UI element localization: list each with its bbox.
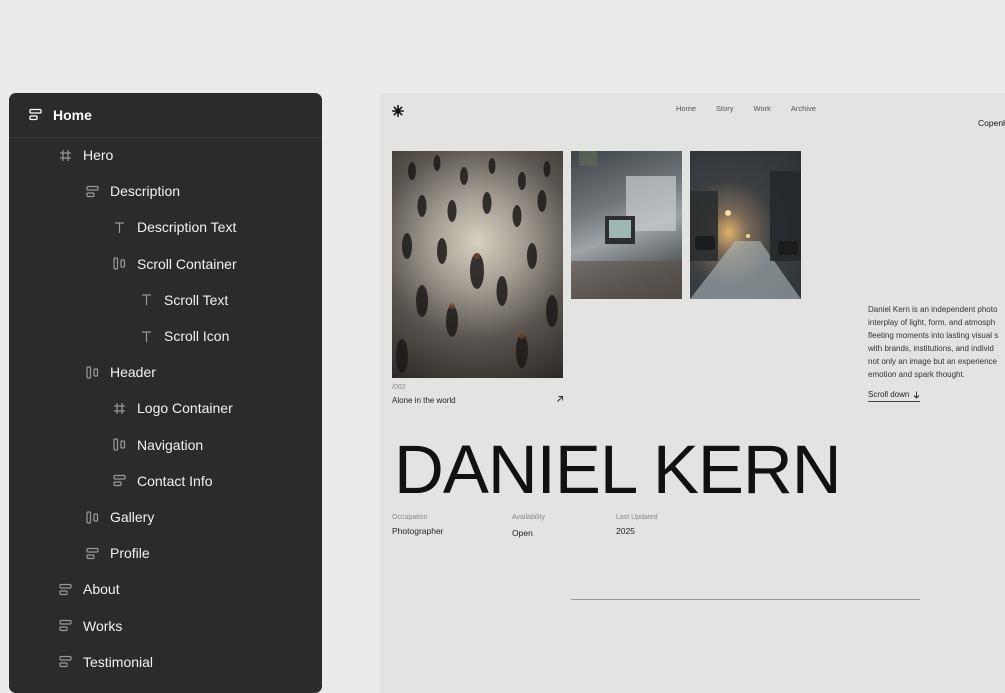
layer-item-header[interactable]: Header [9,354,322,390]
frame-icon [112,401,126,415]
layers-panel: Home Hero Description Description Text Scro… [9,93,322,693]
columns-icon [85,510,99,524]
scroll-down-link[interactable]: Scroll down [868,390,921,402]
layer-item-logo-container[interactable]: Logo Container [9,390,322,426]
meta-availability: Availability Open [512,514,545,538]
divider [571,599,920,600]
stack-icon [58,655,72,669]
layer-label: Header [110,364,156,381]
photo-number: /002 [392,384,406,391]
layer-item-description-text[interactable]: Description Text [9,209,322,245]
meta-value: Open [512,528,533,538]
layer-item-scroll-container[interactable]: Scroll Container [9,246,322,282]
layer-root-home[interactable]: Home [9,93,322,138]
layer-item-about[interactable]: About [9,571,322,607]
bio-text: Daniel Kern is an independent photo inte… [868,303,1005,381]
hero-name: DANIEL KERN [394,431,842,508]
columns-icon [112,438,126,452]
meta-key: Last Updated [616,514,658,521]
stack-icon [85,546,99,560]
columns-icon [112,257,126,271]
layer-item-works[interactable]: Works [9,608,322,644]
layer-label: Scroll Icon [164,328,230,344]
meta-key: Availability [512,514,545,521]
layer-item-scroll-icon[interactable]: Scroll Icon [9,318,322,354]
layer-label: Profile [110,545,150,562]
layer-label: Description Text [137,219,237,236]
bio-line: not only an image but an experience [868,357,997,366]
stack-icon [58,619,72,633]
meta-value: Photographer [392,526,444,536]
nav-work[interactable]: Work [754,104,771,113]
scroll-down-label: Scroll down [868,390,910,399]
meta-last-updated: Last Updated 2025 [616,514,658,536]
layer-label: Navigation [137,436,204,453]
arrow-up-right-icon[interactable] [556,395,564,403]
layer-label: Scroll Container [137,255,237,272]
layer-label: Contact Info [137,472,213,489]
logo-icon[interactable] [392,105,404,117]
meta-key: Occupation [392,514,428,521]
columns-icon [85,365,99,379]
layer-label: Home [53,107,92,123]
gallery-photo-crowd[interactable] [392,151,563,378]
gallery-photo-street[interactable] [690,151,801,299]
meta-value: 2025 [616,526,635,536]
layer-item-description[interactable]: Description [9,173,322,209]
layer-item-navigation[interactable]: Navigation [9,427,322,463]
bio-line: with brands, institutions, and individ [868,344,994,353]
meta-occupation: Occupation Photographer [392,514,444,536]
stack-icon [58,582,72,596]
photo-title: Alone in the world [392,396,456,405]
layer-item-testimonial[interactable]: Testimonial [9,644,322,680]
layer-label: Testimonial [83,653,154,670]
bio-line: Daniel Kern is an independent photo [868,305,998,314]
text-icon [112,220,126,234]
bio-line: interplay of light, form, and atmosph [868,318,996,327]
layer-item-hero[interactable]: Hero [9,137,322,173]
layer-label: Gallery [110,509,155,525]
stack-icon [112,474,126,488]
text-icon [139,329,153,343]
website-preview: Home Story Work Archive Copenh /002 Alon… [380,93,1005,693]
layer-item-contact-info[interactable]: Contact Info [9,463,322,499]
stack-icon [85,184,99,198]
site-navigation: Home Story Work Archive [676,104,816,113]
stack-icon [29,108,43,122]
layer-label: Logo Container [137,400,233,417]
layer-label: Works [83,617,123,634]
location-text: Copenh [978,118,1005,128]
layer-label: Scroll Text [164,291,229,308]
bio-line: fleeting moments into lasting visual s [868,331,999,340]
arrow-down-icon [914,391,920,399]
nav-story[interactable]: Story [716,104,734,113]
frame-icon [58,148,72,162]
layer-item-scroll-text[interactable]: Scroll Text [9,282,322,318]
bio-line: emotion and spark thought. [868,370,965,379]
nav-home[interactable]: Home [676,104,696,113]
layer-item-profile[interactable]: Profile [9,535,322,571]
layer-label: About [83,581,120,598]
text-icon [139,293,153,307]
layer-item-gallery[interactable]: Gallery [9,499,322,535]
nav-archive[interactable]: Archive [791,104,816,113]
layer-label: Hero [83,147,114,163]
gallery-photo-room[interactable] [571,151,682,299]
layer-label: Description [110,183,181,200]
